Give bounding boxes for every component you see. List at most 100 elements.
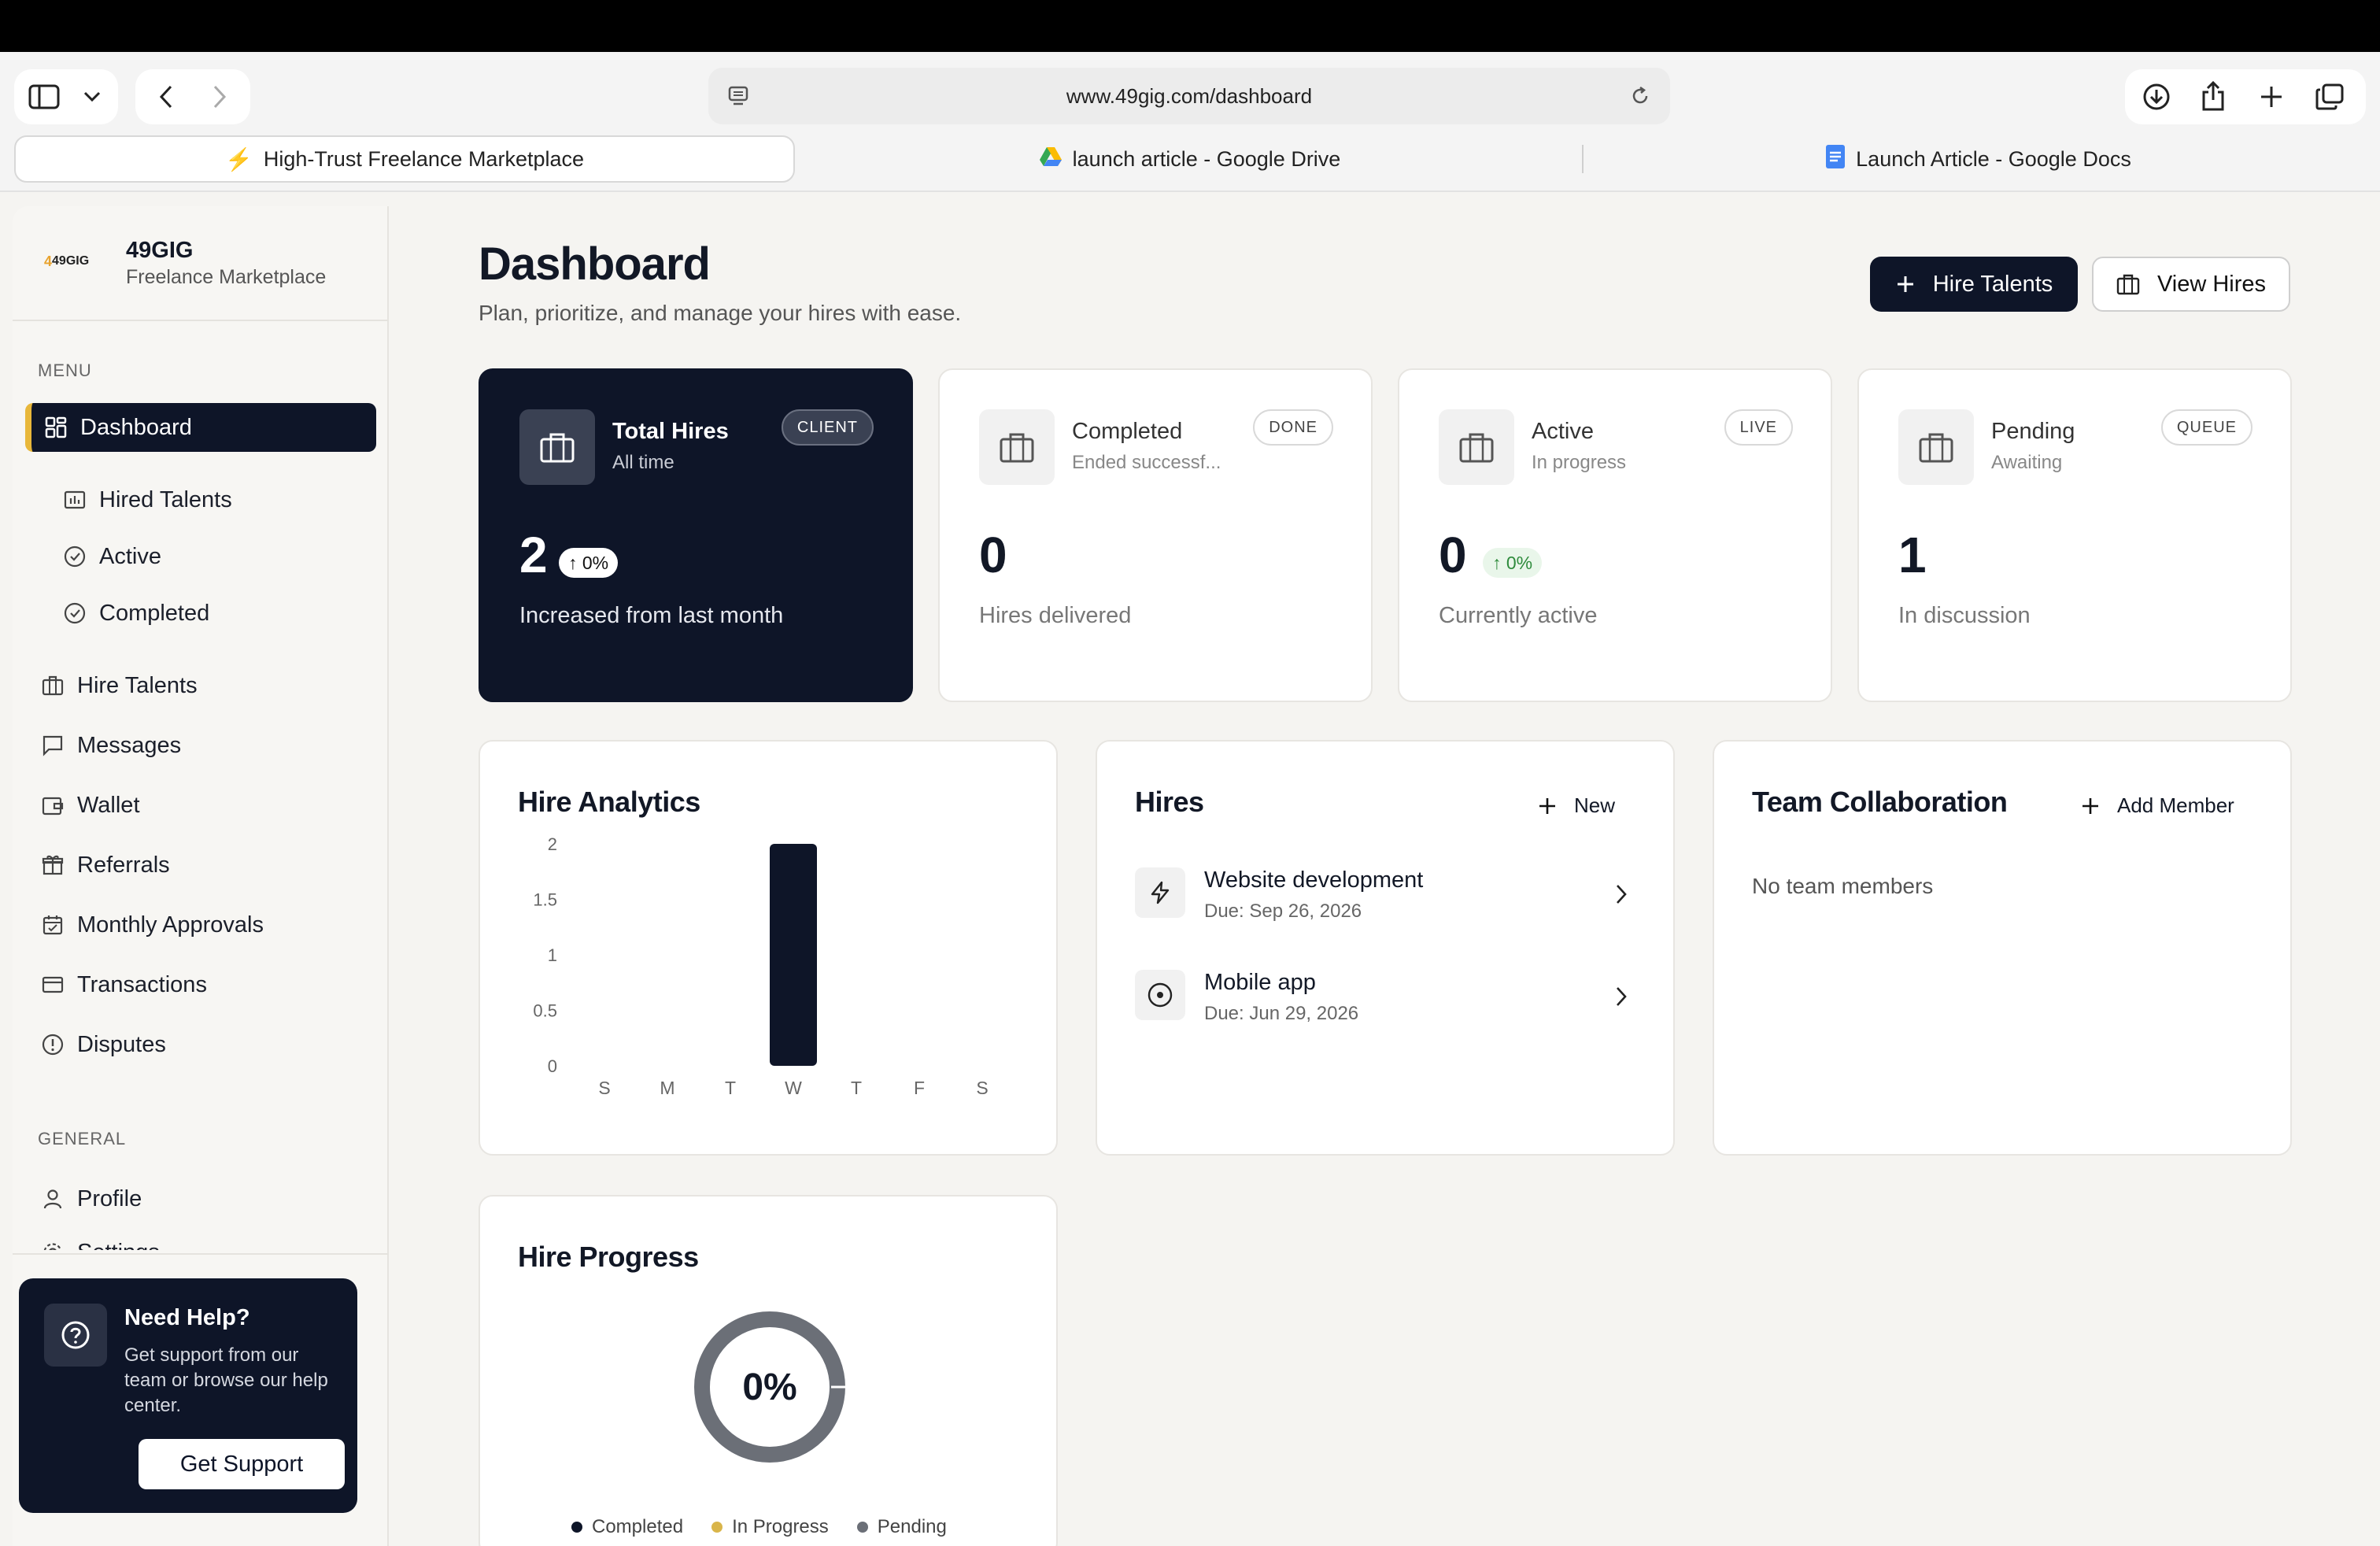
sidebar-divider	[13, 1253, 389, 1255]
stat-caption: Increased from last month	[519, 603, 784, 628]
chevron-down-icon[interactable]	[80, 87, 104, 107]
get-support-button[interactable]: Get Support	[139, 1439, 345, 1489]
hires-card: Hires New Website development Due: Sep 2…	[1096, 740, 1675, 1156]
sidebar-item-hire-talents[interactable]: Hire Talents	[25, 661, 376, 710]
stat-subtitle: Ended successf...	[1072, 452, 1221, 473]
tab-google-drive[interactable]: launch article - Google Drive	[796, 135, 1584, 183]
new-hire-button[interactable]: New	[1538, 793, 1615, 818]
x-tick-label: F	[914, 1078, 925, 1098]
chevron-right-icon[interactable]	[1615, 986, 1628, 1012]
tab-label: launch article - Google Drive	[1072, 146, 1341, 171]
page-menu-icon[interactable]	[726, 83, 751, 109]
chart-icon	[64, 490, 86, 509]
sidebar-item-active[interactable]: Active	[25, 532, 376, 581]
legend-item-completed: Completed	[571, 1516, 683, 1538]
sidebar-icon[interactable]	[28, 83, 60, 110]
legend-label: In Progress	[732, 1516, 829, 1537]
sidebar-item-settings[interactable]: Settings	[25, 1228, 376, 1250]
sidebar-item-label: Referrals	[77, 852, 170, 878]
team-collaboration-card: Team Collaboration Add Member No team me…	[1713, 740, 2292, 1156]
add-member-label: Add Member	[2117, 793, 2234, 817]
stat-icon-box	[1898, 409, 1974, 485]
card-title: Hire Progress	[518, 1241, 699, 1273]
sidebar-item-completed[interactable]: Completed	[25, 589, 376, 638]
chevron-right-icon[interactable]	[1615, 883, 1628, 909]
stat-card-active[interactable]: Active In progress LIVE 0 ↑ 0% Currently…	[1398, 368, 1832, 702]
sidebar-scroll-clip: Settings	[13, 1222, 389, 1250]
status-badge: QUEUE	[2160, 409, 2252, 446]
sidebar-item-disputes[interactable]: Disputes	[25, 1020, 376, 1069]
gift-icon	[42, 855, 64, 875]
list-item[interactable]: Website development Due: Sep 26, 2026	[1135, 860, 1639, 930]
stat-icon-box	[979, 409, 1055, 485]
tab-overview-icon[interactable]	[2314, 83, 2345, 111]
new-hire-label: New	[1574, 793, 1616, 817]
menu-section-label: MENU	[38, 361, 92, 380]
sidebar-item-monthly-approvals[interactable]: Monthly Approvals	[25, 901, 376, 949]
stat-value: 2	[519, 527, 548, 583]
sidebar-item-transactions[interactable]: Transactions	[25, 960, 376, 1009]
sidebar-item-referrals[interactable]: Referrals	[25, 841, 376, 890]
help-title: Need Help?	[124, 1305, 250, 1330]
system-top-bar	[0, 0, 2380, 52]
add-member-button[interactable]: Add Member	[2081, 793, 2234, 818]
stat-value: 1	[1898, 527, 1927, 583]
hire-talents-button[interactable]: Hire Talents	[1870, 257, 2078, 312]
sidebar-item-profile[interactable]: Profile	[25, 1174, 376, 1223]
legend-item-in-progress: In Progress	[711, 1516, 829, 1538]
sidebar-toggle-group[interactable]	[14, 69, 118, 124]
tab-marketplace[interactable]: ⚡ High-Trust Freelance Marketplace	[14, 135, 795, 183]
y-tick-label: 0.5	[533, 1001, 557, 1021]
x-tick-label: S	[976, 1078, 988, 1098]
stat-title: Active	[1532, 419, 1594, 444]
plus-icon	[2082, 797, 2098, 814]
target-icon	[1148, 982, 1173, 1008]
tab-label: Launch Article - Google Docs	[1856, 146, 2131, 171]
briefcase-icon	[1459, 433, 1494, 463]
gear-icon	[43, 1243, 62, 1250]
hire-icon-box	[1135, 970, 1185, 1020]
tab-favicon-49gig-icon: ⚡	[224, 146, 253, 172]
sidebar-item-label: Disputes	[77, 1031, 166, 1057]
reload-icon[interactable]	[1628, 83, 1653, 109]
user-icon	[43, 1189, 62, 1209]
page-subtitle: Plan, prioritize, and manage your hires …	[479, 301, 962, 325]
back-arrow-icon[interactable]	[153, 83, 179, 110]
card-icon	[42, 976, 64, 993]
sidebar-item-label: Completed	[99, 600, 210, 626]
stat-card-total-hires[interactable]: Total Hires All time CLIENT 2 ↑ 0% Incre…	[479, 368, 913, 702]
x-tick-label: M	[660, 1078, 674, 1098]
calendar-icon	[42, 915, 63, 935]
sidebar-item-wallet[interactable]: Wallet	[25, 781, 376, 830]
browser-chrome: www.49gig.com/dashboard ⚡ High-Trust Fre…	[0, 52, 2380, 192]
stat-title: Completed	[1072, 419, 1183, 444]
x-tick-label: T	[851, 1078, 862, 1098]
tab-label: High-Trust Freelance Marketplace	[263, 146, 585, 171]
sidebar-item-hired-talents[interactable]: Hired Talents	[25, 475, 376, 524]
help-text: Get support from our team or browse our …	[124, 1344, 328, 1416]
chart-bar[interactable]	[770, 844, 817, 1066]
y-tick-label: 1.5	[533, 890, 557, 910]
legend-dot	[856, 1522, 868, 1533]
stat-card-pending[interactable]: Pending Awaiting QUEUE 1 In discussion	[1857, 368, 2292, 702]
stat-card-completed[interactable]: Completed Ended successf... DONE 0 Hires…	[938, 368, 1373, 702]
brand-logo[interactable]: 4 49GIG	[44, 246, 107, 277]
share-icon[interactable]	[2199, 80, 2227, 112]
address-bar[interactable]: www.49gig.com/dashboard	[708, 68, 1670, 124]
tab-google-docs[interactable]: Launch Article - Google Docs	[1585, 135, 2372, 183]
download-icon[interactable]	[2142, 83, 2171, 111]
sidebar-item-label: Hired Talents	[99, 486, 232, 512]
sidebar-item-dashboard[interactable]: Dashboard	[25, 403, 376, 452]
sidebar-item-label: Transactions	[77, 971, 207, 997]
google-docs-icon	[1826, 144, 1846, 174]
sidebar-item-label: Active	[99, 543, 161, 569]
sidebar-item-messages[interactable]: Messages	[25, 721, 376, 770]
new-tab-icon[interactable]	[2257, 83, 2286, 111]
hire-name: Mobile app	[1204, 970, 1316, 995]
list-item[interactable]: Mobile app Due: Jun 29, 2026	[1135, 962, 1639, 1033]
card-title: Team Collaboration	[1752, 786, 2008, 818]
x-tick-label: T	[725, 1078, 736, 1098]
view-hires-button[interactable]: View Hires	[2092, 257, 2290, 312]
sidebar-item-label: Dashboard	[80, 414, 192, 440]
forward-arrow-icon[interactable]	[206, 83, 233, 110]
